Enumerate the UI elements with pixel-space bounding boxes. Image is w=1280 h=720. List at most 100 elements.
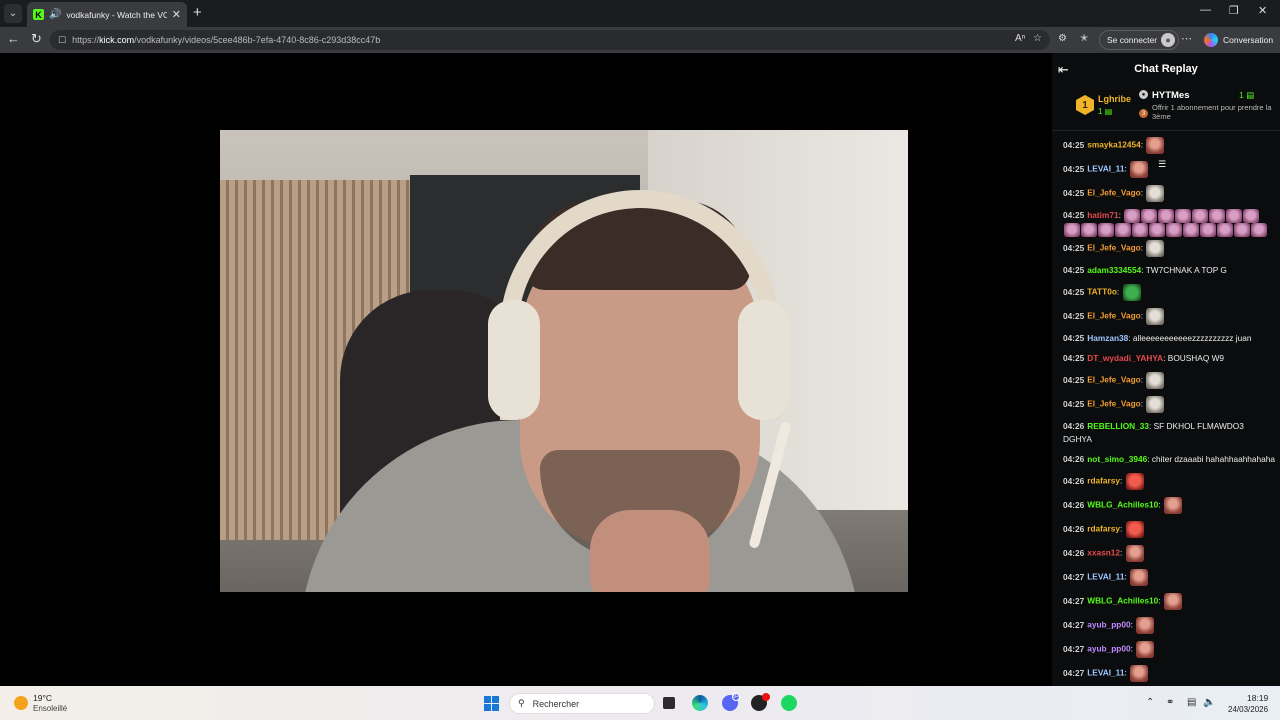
emote-icon[interactable]	[1175, 209, 1192, 223]
chat-username[interactable]: smayka12454	[1087, 140, 1141, 150]
chat-username[interactable]: LEVAI_11	[1087, 164, 1124, 174]
chat-username[interactable]: WBLG_Achilles10	[1087, 500, 1158, 510]
back-arrow-icon[interactable]: ←	[7, 31, 20, 46]
chat-message: 04:27 ayub_pp00:	[1063, 641, 1275, 658]
emote-icon[interactable]	[1125, 545, 1144, 562]
chat-username[interactable]: hatim71	[1087, 210, 1118, 220]
emote-icon[interactable]	[1064, 223, 1080, 237]
new-tab-plus-icon[interactable]: +	[193, 4, 202, 22]
url-input[interactable]: ☐ https://kick.com/vodkafunky/videos/5ce…	[50, 30, 1050, 50]
chat-username[interactable]: ayub_pp00	[1087, 620, 1130, 630]
network-icon[interactable]: ▤	[1187, 697, 1196, 708]
emote-icon[interactable]	[1081, 223, 1097, 237]
emote-icon[interactable]	[1209, 209, 1226, 223]
emote-icon[interactable]	[1125, 521, 1144, 538]
read-aloud-icon[interactable]: Aⁿ	[1015, 33, 1025, 44]
emote-icon[interactable]	[1146, 396, 1165, 413]
emote-icon[interactable]	[1217, 223, 1233, 237]
emote-icon[interactable]	[1130, 161, 1149, 178]
emote-icon[interactable]	[1149, 223, 1165, 237]
restore-icon[interactable]: ❐	[1229, 4, 1239, 17]
weather-temperature[interactable]: 19°C	[33, 693, 52, 703]
emote-icon[interactable]	[1251, 223, 1267, 237]
chat-username[interactable]: LEVAI_11	[1087, 572, 1124, 582]
volume-icon[interactable]: 🔈	[1203, 697, 1215, 708]
more-options-icon[interactable]: ⋯	[1181, 32, 1192, 45]
lock-icon[interactable]: ☐	[58, 35, 66, 46]
chat-username[interactable]: rdafarsy	[1087, 524, 1120, 534]
emote-icon[interactable]	[1158, 209, 1175, 223]
chat-username[interactable]: ayub_pp00	[1087, 644, 1130, 654]
emote-icon[interactable]	[1136, 617, 1155, 634]
emote-icon[interactable]	[1243, 209, 1260, 223]
emote-icon[interactable]	[1098, 223, 1114, 237]
emote-icon[interactable]	[1132, 223, 1148, 237]
task-view-icon[interactable]	[663, 697, 675, 709]
emote-icon[interactable]	[1146, 185, 1165, 202]
chat-username[interactable]: El_Jefe_Vago	[1087, 188, 1141, 198]
emote-icon[interactable]	[1163, 593, 1182, 610]
chat-username[interactable]: not_simo_3946	[1087, 454, 1147, 464]
speaker-icon[interactable]: 🔊	[49, 9, 61, 20]
minimize-icon[interactable]: —	[1200, 4, 1211, 16]
emote-icon[interactable]	[1136, 641, 1155, 658]
chat-username[interactable]: adam3334554	[1087, 265, 1141, 275]
edge-browser-icon[interactable]	[692, 695, 708, 711]
chat-username[interactable]: LEVAI_11	[1087, 668, 1124, 678]
close-tab-icon[interactable]: ✕	[172, 8, 181, 21]
close-window-icon[interactable]: ✕	[1258, 4, 1267, 17]
collapse-chat-icon[interactable]: ⇤	[1058, 62, 1069, 78]
chat-username[interactable]: rdafarsy	[1087, 476, 1120, 486]
gifter-name[interactable]: HYTMes	[1152, 90, 1189, 101]
microphone-icon[interactable]: ⚭	[1166, 697, 1174, 708]
emote-icon[interactable]	[1163, 497, 1182, 514]
video-player[interactable]	[0, 53, 1052, 686]
chat-username[interactable]: Hamzan38	[1087, 333, 1128, 343]
extensions-icon[interactable]: ⚙	[1058, 33, 1067, 44]
chat-username[interactable]: xxasn12	[1087, 548, 1120, 558]
clock-time[interactable]: 18:19	[1247, 693, 1268, 703]
chat-username[interactable]: El_Jefe_Vago	[1087, 243, 1141, 253]
windows-start-icon[interactable]	[484, 696, 499, 711]
emote-icon[interactable]	[1146, 372, 1165, 389]
chat-username[interactable]: El_Jefe_Vago	[1087, 399, 1141, 409]
chat-username[interactable]: El_Jefe_Vago	[1087, 375, 1141, 385]
emote-icon[interactable]	[1130, 665, 1149, 682]
taskbar-search-input[interactable]: ⚲ Rechercher	[509, 693, 655, 714]
chat-username[interactable]: WBLG_Achilles10	[1087, 596, 1158, 606]
chat-username[interactable]: TATT0o	[1087, 287, 1117, 297]
sun-icon[interactable]	[14, 696, 28, 710]
emote-icon[interactable]	[1125, 473, 1144, 490]
emote-icon[interactable]	[1146, 308, 1165, 325]
refresh-icon[interactable]: ↻	[31, 31, 42, 47]
chat-username[interactable]: REBELLION_33	[1087, 421, 1149, 431]
emote-icon[interactable]	[1141, 209, 1158, 223]
leader-name[interactable]: Lghribe	[1098, 94, 1131, 104]
chat-username[interactable]: El_Jefe_Vago	[1087, 311, 1141, 321]
emote-icon[interactable]	[1146, 137, 1165, 154]
emote-icon[interactable]	[1183, 223, 1199, 237]
clock-date[interactable]: 24/03/2026	[1228, 705, 1268, 714]
emote-icon[interactable]	[1200, 223, 1216, 237]
emote-icon[interactable]	[1166, 223, 1182, 237]
sign-in-button[interactable]: Se connecter ●	[1099, 30, 1180, 50]
chat-username[interactable]: DT_wydadi_YAHYA	[1087, 353, 1163, 363]
browser-tab[interactable]: K 🔊 vodkafunky - Watch the VOD ✕	[27, 2, 187, 27]
emote-icon[interactable]	[1124, 209, 1141, 223]
spotify-icon[interactable]	[781, 695, 797, 711]
tab-actions-chevron-icon[interactable]: ⌄	[4, 4, 22, 23]
show-hidden-icons-chevron-icon[interactable]: ⌃	[1146, 697, 1154, 708]
favorites-icon[interactable]: ✭	[1080, 33, 1088, 44]
emote-icon[interactable]	[1130, 569, 1149, 586]
emote-icon[interactable]	[1122, 284, 1141, 301]
leader-count-value: 1	[1098, 107, 1103, 116]
stream-video-frame[interactable]	[220, 130, 908, 592]
emote-icon[interactable]	[1234, 223, 1250, 237]
copilot-button[interactable]: Conversation	[1204, 33, 1273, 47]
emote-icon[interactable]	[1192, 209, 1209, 223]
emote-icon[interactable]	[1115, 223, 1131, 237]
favorite-star-icon[interactable]: ☆	[1033, 33, 1042, 44]
emote-icon[interactable]	[1146, 240, 1165, 257]
weather-description[interactable]: Ensoleillé	[33, 704, 67, 713]
emote-icon[interactable]	[1226, 209, 1243, 223]
